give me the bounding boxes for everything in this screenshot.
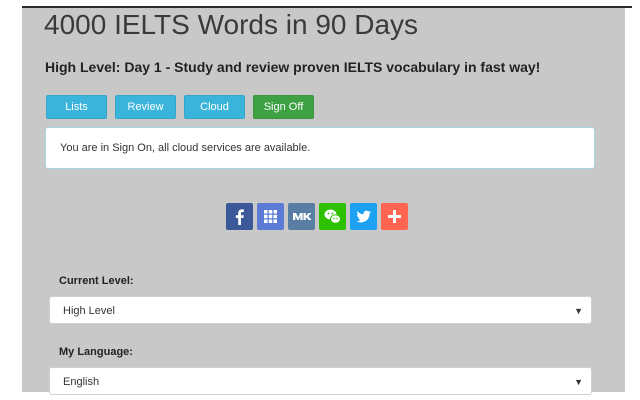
vk-icon[interactable] <box>288 203 315 230</box>
language-select[interactable]: English ▼ <box>49 367 592 395</box>
cloud-button[interactable]: Cloud <box>184 95 245 119</box>
twitter-icon[interactable] <box>350 203 377 230</box>
sign-off-button[interactable]: Sign Off <box>253 95 314 119</box>
wechat-icon[interactable] <box>319 203 346 230</box>
language-label: My Language: <box>59 346 133 358</box>
status-alert: You are in Sign On, all cloud services a… <box>45 127 595 169</box>
language-value: English <box>63 376 100 388</box>
current-level-select[interactable]: High Level ▼ <box>49 296 592 324</box>
current-level-value: High Level <box>63 305 115 317</box>
page-title: 4000 IELTS Words in 90 Days <box>44 9 419 40</box>
lists-button[interactable]: Lists <box>46 95 107 119</box>
plus-icon[interactable] <box>381 203 408 230</box>
chevron-down-icon: ▼ <box>574 377 583 387</box>
facebook-icon[interactable] <box>226 203 253 230</box>
status-message: You are in Sign On, all cloud services a… <box>60 142 311 154</box>
grid-icon[interactable] <box>257 203 284 230</box>
chevron-down-icon: ▼ <box>574 306 583 316</box>
page-subtitle: High Level: Day 1 - Study and review pro… <box>45 59 541 75</box>
review-button[interactable]: Review <box>115 95 176 119</box>
current-level-label: Current Level: <box>59 275 134 287</box>
